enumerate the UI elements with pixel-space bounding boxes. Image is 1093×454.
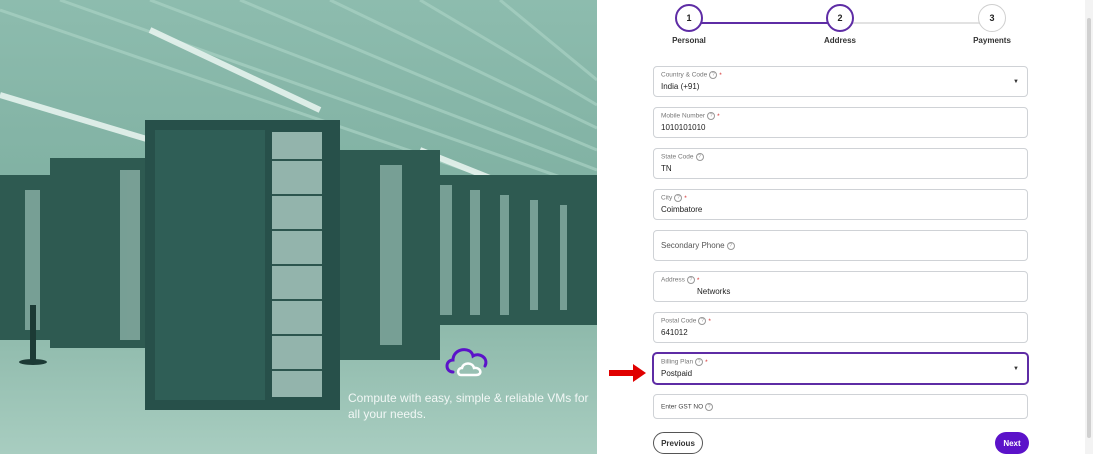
cloud-icon: [445, 348, 488, 377]
billing-plan-label: Billing Plan? *: [661, 358, 708, 366]
progress-stepper: 1 Personal 2 Address 3 Payments: [668, 4, 1018, 48]
country-code-select[interactable]: Country & Code? * India (+91) ▼: [653, 66, 1028, 97]
hero-tagline: Compute with easy, simple & reliable VMs…: [348, 391, 589, 421]
address-label: Address? *: [661, 276, 700, 284]
postal-code-value: 641012: [661, 328, 688, 337]
step-address[interactable]: 2 Address: [810, 4, 870, 45]
step-number: 1: [675, 4, 703, 32]
address-value: Networks: [697, 287, 731, 296]
help-icon[interactable]: ?: [698, 317, 707, 325]
required-indicator: *: [717, 112, 720, 120]
billing-plan-select[interactable]: Billing Plan? * Postpaid ▼: [653, 353, 1028, 384]
hero-panel: Compute with easy, simple & reliable VMs…: [0, 0, 597, 454]
required-indicator: *: [696, 276, 700, 284]
step-label: Personal: [672, 36, 706, 45]
step-label: Address: [823, 36, 856, 45]
address-field[interactable]: Address? * Networks: [653, 271, 1028, 302]
country-code-label: Country & Code? *: [661, 71, 722, 79]
country-code-value: India (+91): [661, 82, 700, 91]
postal-code-field[interactable]: Postal Code? * 641012: [653, 312, 1028, 343]
help-icon[interactable]: ?: [695, 358, 704, 366]
help-icon[interactable]: ?: [705, 403, 714, 411]
gst-number-field[interactable]: Enter GST NO?: [653, 394, 1028, 419]
step-number: 3: [978, 4, 1006, 32]
secondary-phone-placeholder: Secondary Phone?: [661, 241, 735, 250]
state-code-label: State Code?: [661, 153, 704, 161]
scrollbar-thumb[interactable]: [1087, 18, 1091, 438]
step-label: Payments: [973, 36, 1011, 45]
help-icon[interactable]: ?: [686, 276, 695, 284]
help-icon[interactable]: ?: [707, 112, 716, 120]
help-icon[interactable]: ?: [674, 194, 683, 202]
help-icon[interactable]: ?: [709, 71, 718, 79]
gst-number-placeholder: Enter GST NO?: [661, 403, 714, 411]
step-number: 2: [826, 4, 854, 32]
required-indicator: *: [708, 317, 711, 325]
required-indicator: *: [684, 194, 687, 202]
chevron-down-icon[interactable]: ▼: [1013, 366, 1019, 372]
city-value: Coimbatore: [661, 205, 703, 214]
mobile-number-field[interactable]: Mobile Number? * 1010101010: [653, 107, 1028, 138]
city-label: City? *: [661, 194, 687, 202]
next-button[interactable]: Next: [995, 432, 1029, 454]
help-icon[interactable]: ?: [695, 153, 704, 161]
step-personal[interactable]: 1 Personal: [659, 4, 719, 45]
secondary-phone-field[interactable]: Secondary Phone?: [653, 230, 1028, 261]
postal-code-label: Postal Code? *: [661, 317, 711, 325]
pointer-arrow-icon: [609, 364, 646, 382]
state-code-value: TN: [661, 164, 672, 173]
billing-plan-value: Postpaid: [661, 369, 693, 378]
step-payments[interactable]: 3 Payments: [962, 4, 1022, 45]
required-indicator: *: [719, 71, 722, 79]
help-icon[interactable]: ?: [726, 241, 735, 250]
city-field[interactable]: City? * Coimbatore: [653, 189, 1028, 220]
state-code-field[interactable]: State Code? TN: [653, 148, 1028, 179]
mobile-number-label: Mobile Number? *: [661, 112, 720, 120]
server-room-image: [0, 0, 597, 454]
previous-button[interactable]: Previous: [653, 432, 703, 454]
required-indicator: *: [705, 358, 708, 366]
chevron-down-icon[interactable]: ▼: [1013, 79, 1019, 85]
mobile-number-value: 1010101010: [661, 123, 706, 132]
